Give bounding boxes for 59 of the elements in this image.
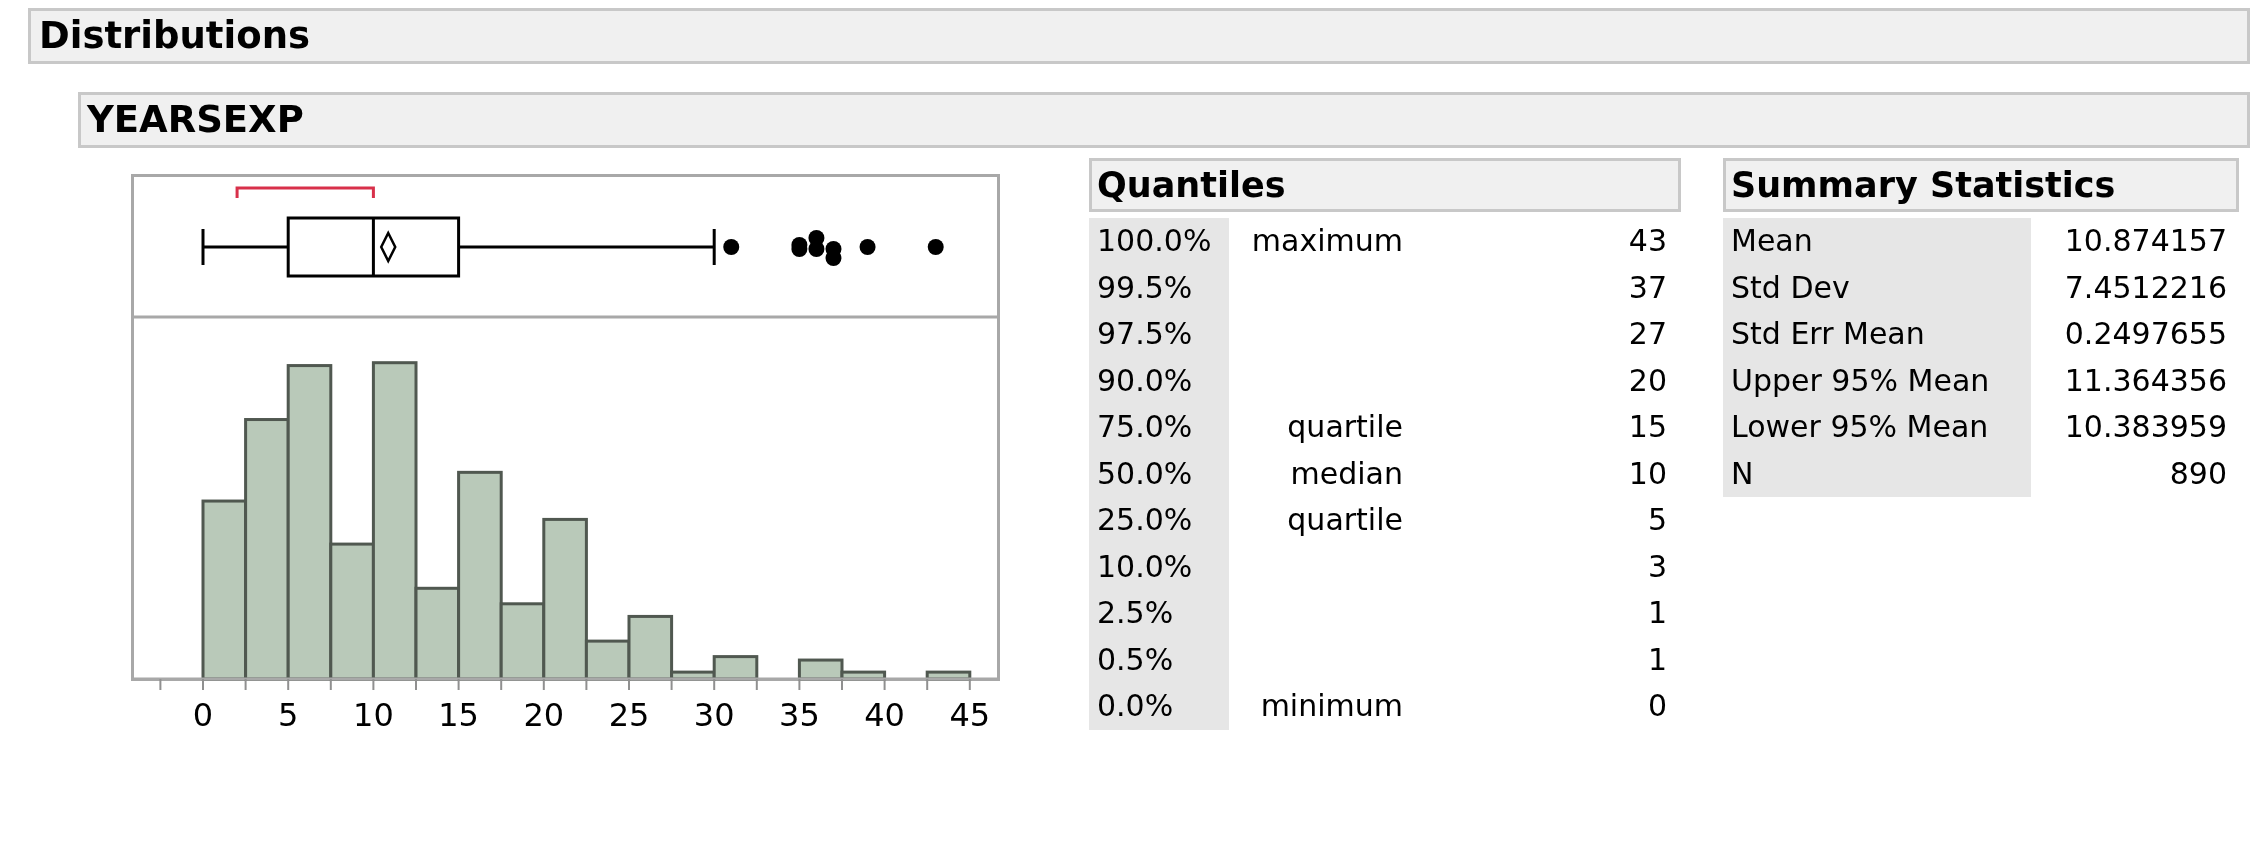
- histogram-bar: [925, 670, 972, 681]
- percent-cell: 25.0%: [1097, 502, 1193, 537]
- quantile-value: 15: [1628, 409, 1667, 444]
- quantile-label: quartile: [1287, 502, 1403, 537]
- axis-tick-label: 10: [353, 696, 394, 734]
- statistic-value: 7.4512216: [2064, 269, 2227, 305]
- percent-cell: 99.5%: [1097, 269, 1193, 305]
- axis-tick-label: 45: [949, 696, 991, 734]
- statistic-label: Std Err Mean: [1731, 316, 1925, 351]
- quantile-value: 5: [1647, 502, 1667, 537]
- statistic-value: 890: [2169, 455, 2227, 491]
- outlier-point: [808, 241, 825, 257]
- statistic-label: Mean: [1731, 223, 1813, 258]
- statistic-value: 11.364356: [2064, 362, 2227, 398]
- percent-cell: 50.0%: [1097, 455, 1193, 491]
- quantile-value: 20: [1628, 362, 1667, 398]
- percent-cell: 10.0%: [1097, 548, 1193, 584]
- percent-cell: 75.0%: [1097, 409, 1193, 444]
- quantile-value: 43: [1628, 223, 1667, 258]
- statistic-value: 0.2497655: [2064, 316, 2227, 351]
- quantile-value: 1: [1647, 641, 1667, 677]
- percent-cell: 0.0%: [1097, 688, 1174, 723]
- axis-tick-label: 15: [438, 696, 479, 734]
- axis-tick-label: 5: [278, 696, 299, 734]
- statistic-value: 10.383959: [2064, 409, 2227, 444]
- quantile-value: 37: [1628, 269, 1667, 305]
- quantile-label: maximum: [1251, 223, 1403, 258]
- axis-tick-label: 20: [523, 696, 565, 734]
- statistic-label: N: [1731, 455, 1754, 491]
- quantile-label: minimum: [1260, 688, 1403, 723]
- quantile-value: 10: [1628, 455, 1667, 491]
- outlier-point: [825, 250, 842, 266]
- report-title: Distributions: [28, 8, 2250, 64]
- statistic-label: Lower 95% Mean: [1731, 409, 1989, 444]
- quantile-value: 1: [1647, 595, 1667, 630]
- axis-tick-label: 35: [779, 696, 820, 734]
- statistic-label: Upper 95% Mean: [1731, 362, 1990, 398]
- statistic-value: 10.874157: [2064, 223, 2227, 258]
- variable-title: YEARSEXP: [78, 92, 2250, 148]
- percent-cell: 97.5%: [1097, 316, 1193, 351]
- percent-cell: 90.0%: [1097, 362, 1193, 398]
- percent-cell: 100.0%: [1097, 223, 1212, 258]
- quantile-value: 27: [1628, 316, 1667, 351]
- percent-cell: 0.5%: [1097, 641, 1174, 677]
- section-title: Quantiles: [1089, 158, 1681, 212]
- quantile-value: 0: [1647, 688, 1667, 723]
- axis-tick-label: 30: [693, 696, 735, 734]
- outlier-point: [723, 239, 740, 255]
- axis-tick-label: 40: [864, 696, 905, 734]
- statistic-label: Std Dev: [1731, 269, 1850, 305]
- percent-cell: 2.5%: [1097, 595, 1174, 630]
- axis-tick-label: 0: [192, 696, 214, 734]
- quantile-value: 3: [1647, 548, 1667, 584]
- quantile-label: median: [1290, 455, 1403, 491]
- outlier-point: [859, 239, 876, 255]
- section-title: Summary Statistics: [1723, 158, 2239, 212]
- quantile-label: quartile: [1287, 409, 1403, 444]
- outlier-point: [927, 239, 944, 255]
- axis-tick-label: 25: [608, 696, 650, 734]
